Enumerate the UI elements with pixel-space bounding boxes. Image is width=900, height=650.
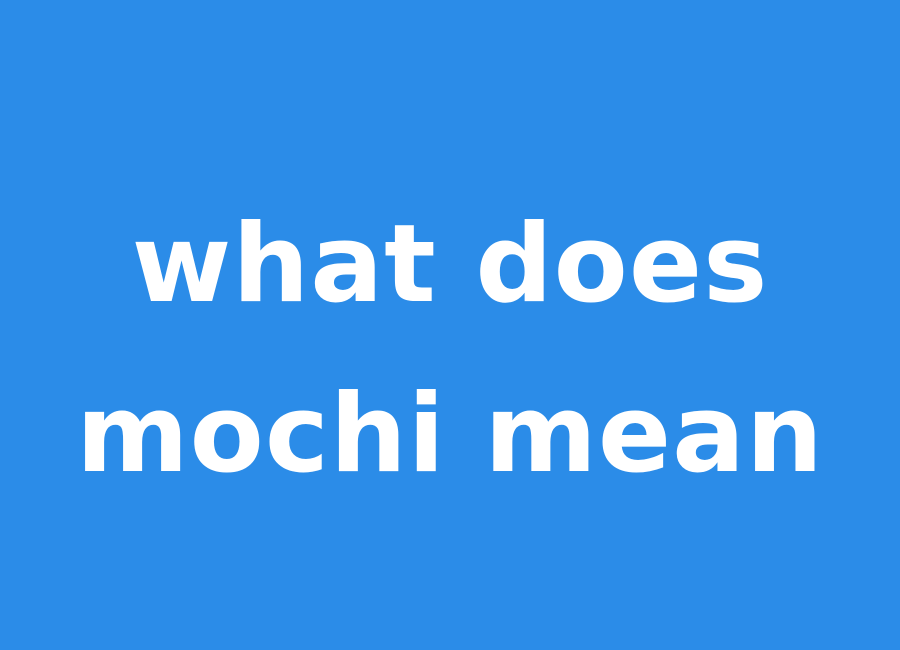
title-card: what does mochi mean — [0, 0, 900, 650]
headline-line-1: what does — [131, 202, 769, 327]
headline: what does mochi mean — [0, 180, 900, 520]
headline-line-2: mochi mean — [76, 372, 824, 497]
